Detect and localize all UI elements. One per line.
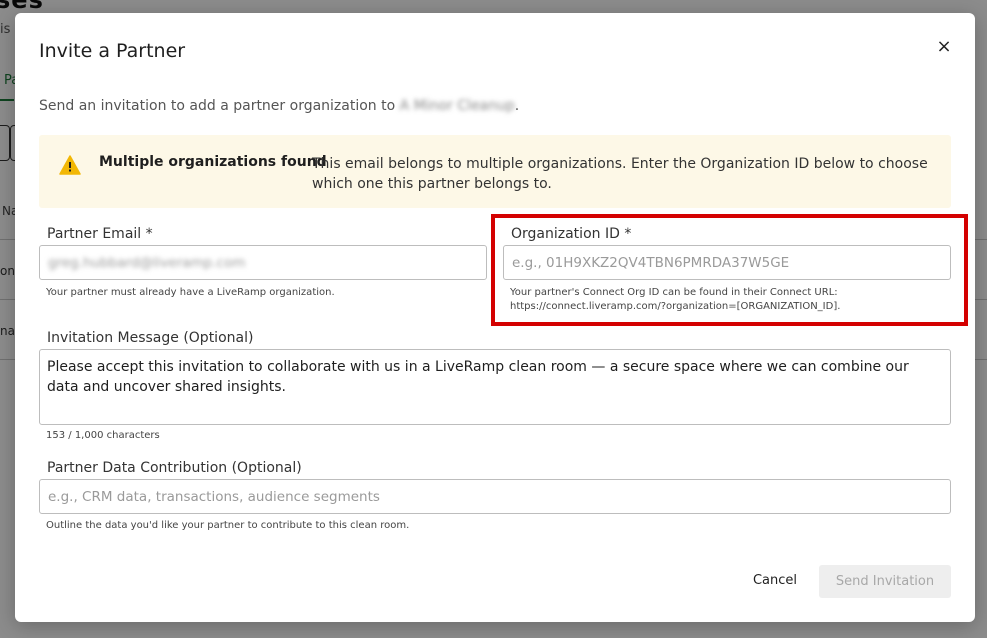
intro-suffix: . bbox=[514, 98, 520, 114]
organization-id-highlight bbox=[491, 214, 968, 326]
character-counter: 153 / 1,000 characters bbox=[46, 430, 160, 441]
warning-message: This email belongs to multiple organizat… bbox=[312, 156, 928, 192]
invitation-message-textarea[interactable] bbox=[39, 349, 951, 425]
partner-email-value: greg.hubbard@liveramp.com bbox=[48, 254, 246, 271]
cancel-button[interactable]: Cancel bbox=[743, 567, 807, 593]
warning-banner: Multiple organizations found This email … bbox=[39, 135, 951, 208]
partner-email-hint: Your partner must already have a LiveRam… bbox=[46, 287, 335, 298]
partner-email-field[interactable]: greg.hubbard@liveramp.com bbox=[39, 245, 487, 280]
partner-email-label: Partner Email * bbox=[47, 226, 153, 242]
invite-partner-dialog: Invite a Partner × Send an invitation to… bbox=[15, 13, 975, 622]
data-contribution-input[interactable] bbox=[39, 479, 951, 514]
send-invitation-button[interactable]: Send Invitation bbox=[819, 565, 951, 598]
warning-heading: Multiple organizations found bbox=[99, 154, 327, 170]
dialog-title: Invite a Partner bbox=[39, 40, 186, 62]
warning-triangle-icon bbox=[59, 155, 81, 175]
data-contribution-hint: Outline the data you'd like your partner… bbox=[46, 520, 410, 531]
close-icon[interactable]: × bbox=[933, 35, 955, 57]
data-contribution-label: Partner Data Contribution (Optional) bbox=[47, 460, 302, 476]
organization-name: A Minor Cleanup bbox=[399, 98, 515, 114]
invitation-message-label: Invitation Message (Optional) bbox=[47, 330, 254, 346]
intro-text: Send an invitation to add a partner orga… bbox=[39, 98, 400, 114]
dialog-intro: Send an invitation to add a partner orga… bbox=[39, 98, 519, 114]
